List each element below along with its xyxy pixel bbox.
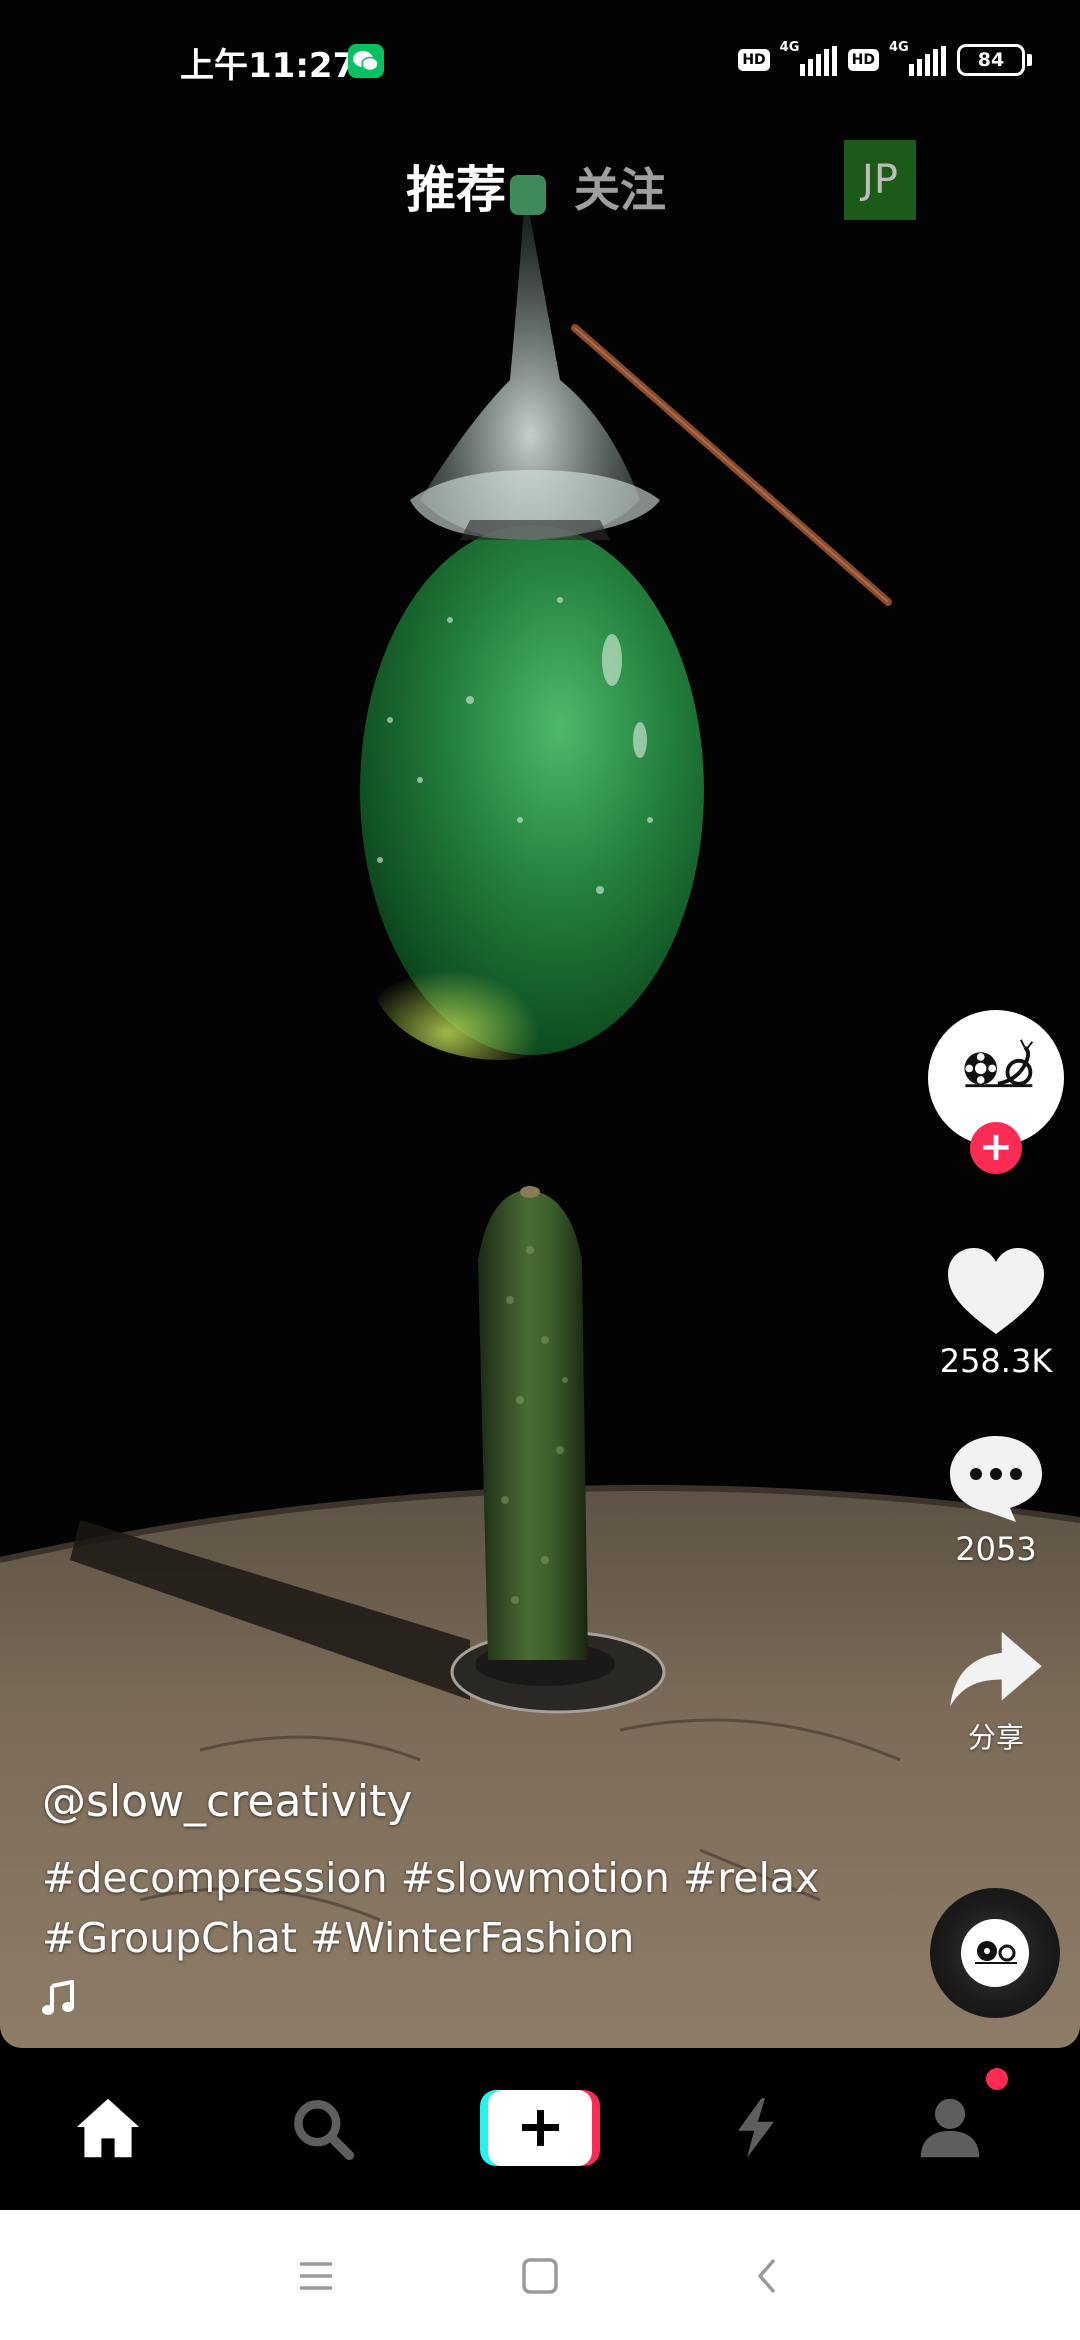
video-frame [0,0,1080,2048]
hd-badge: HD [738,49,770,71]
caption-line[interactable]: #GroupChat #WinterFashion [42,1908,882,1968]
music-note-icon [42,1980,74,2015]
profile-icon [920,2098,980,2158]
battery-tip [1027,54,1032,66]
signal-bars-icon [799,46,837,76]
comment-icon [950,1436,1042,1522]
caption-line[interactable]: #decompression #slowmotion #relax [42,1848,882,1908]
search-icon [294,2100,355,2161]
creator-avatar-group[interactable]: + [928,1010,1064,1174]
signal-bars-icon [909,46,946,76]
signal-sim2: 4G [889,40,947,78]
flash-icon [738,2098,774,2158]
notification-dot [986,2068,1008,2090]
nav-home[interactable] [68,2088,148,2168]
back-icon[interactable] [748,2256,788,2296]
wechat-notification-icon [348,44,384,78]
music-disc-button[interactable] [930,1888,1060,2018]
like-button[interactable]: 258.3K [930,1246,1062,1380]
recent-apps-icon[interactable] [296,2256,336,2296]
share-icon [950,1631,1042,1707]
follow-button[interactable]: + [970,1122,1022,1174]
tab-following[interactable]: 关注 [574,154,666,220]
author-handle[interactable]: @slow_creativity [42,1776,412,1827]
signal-sim1: 4G [780,40,838,78]
battery-icon: 84 [957,44,1025,76]
share-label: 分享 [967,1721,1024,1754]
create-button[interactable] [480,2090,600,2166]
tab-recommend[interactable]: 推荐 [406,150,506,222]
jp-button[interactable]: JP [844,140,916,220]
feed-tabs: 推荐 关注 [0,140,1080,220]
status-icons: HD 4G HD 4G 84 [738,40,1032,80]
system-navigation-bar [0,2210,1080,2340]
bottom-navigation [0,2048,1080,2210]
heart-icon [948,1248,1044,1334]
status-bar: 上午11:27 HD 4G HD 4G 84 [0,0,1080,120]
music-cover-logo [975,1941,1017,1964]
home-square-icon[interactable] [520,2256,560,2296]
video-caption: #decompression #slowmotion #relax #Group… [42,1848,882,1968]
comment-count: 2053 [955,1530,1037,1568]
nav-flash[interactable] [716,2088,796,2168]
video-player[interactable] [0,0,1080,2048]
create-plus-icon [480,2090,600,2166]
share-button[interactable]: 分享 [930,1630,1062,1756]
status-time: 上午11:27 [180,46,357,86]
comment-button[interactable]: 2053 [930,1432,1062,1568]
nav-search[interactable] [282,2088,362,2168]
music-cover [961,1919,1029,1987]
nav-profile[interactable] [910,2088,990,2168]
battery-level: 84 [977,49,1005,71]
like-count: 258.3K [939,1342,1053,1380]
home-icon [76,2098,140,2158]
hd-badge: HD [847,49,879,71]
